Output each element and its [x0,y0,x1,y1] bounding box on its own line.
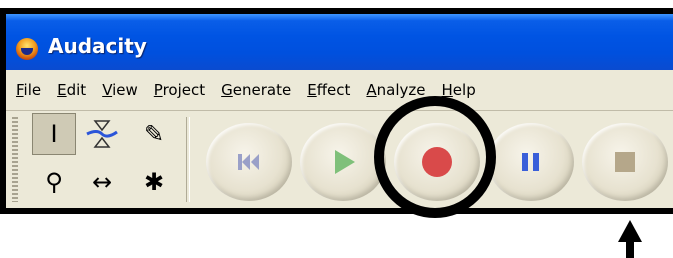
multi-tool[interactable]: ✱ [132,161,176,203]
tools-toolbar: I ✎ ⚲ ↔ ✱ [32,113,182,205]
menu-label-rest: nalyze [376,81,426,99]
menu-item[interactable]: Generate [221,81,291,99]
draw-tool[interactable]: ✎ [132,113,176,155]
left-right-arrow-icon: ↔ [91,168,113,196]
record-button[interactable] [394,123,480,201]
play-button[interactable] [300,123,386,201]
pointer-arrow-head-annotation [618,220,642,242]
pause-icon [522,153,539,171]
menu-accelerator-key: A [366,81,377,99]
menu-accelerator-key: G [221,81,233,99]
zoom-tool[interactable]: ⚲ [32,161,76,203]
menu-item[interactable]: Help [442,81,476,99]
menu-label-rest: ile [23,81,42,99]
asterisk-icon: ✱ [143,168,165,196]
menu-label-rest: ffect [316,81,351,99]
menu-label-rest: roject [162,81,206,99]
menu-item[interactable]: Project [154,81,205,99]
title-bar[interactable]: Audacity [6,14,673,70]
menu-item[interactable]: Effect [307,81,350,99]
window-title: Audacity [48,34,147,58]
toolbar-grip-handle[interactable] [12,117,18,202]
menu-item[interactable]: File [16,81,41,99]
menu-accelerator-key: F [16,81,24,99]
menu-accelerator-key: H [441,81,453,99]
envelope-tool[interactable] [80,113,124,155]
menu-label-rest: dit [66,81,87,99]
skip-to-start-button[interactable] [206,123,292,201]
menu-item[interactable]: Analyze [366,81,425,99]
menu-label-rest: iew [112,81,138,99]
envelope-icon [86,120,118,148]
skip-to-start-icon [238,154,259,170]
menu-item[interactable]: Edit [57,81,86,99]
stop-button[interactable] [582,123,668,201]
window-client-area: Audacity File Edit View Project Generate Effe… [6,14,673,208]
record-icon [422,147,452,177]
stop-icon [615,152,635,172]
menu-label-rest: elp [452,81,476,99]
selection-tool[interactable]: I [32,113,76,155]
pencil-icon: ✎ [143,120,165,148]
timeshift-tool[interactable]: ↔ [80,161,124,203]
pointer-arrow-shaft-annotation [626,240,634,258]
menu-label-rest: enerate [232,81,292,99]
pause-button[interactable] [488,123,574,201]
menu-bar: File Edit View Project Generate Effect Analyze… [6,70,673,111]
play-icon [335,150,355,174]
menu-accelerator-key: P [153,81,163,99]
menu-accelerator-key: E [307,81,317,99]
menu-item[interactable]: View [102,81,138,99]
audacity-window: Audacity File Edit View Project Generate Effe… [0,8,673,214]
toolbar-area: I ✎ ⚲ ↔ ✱ [6,111,673,208]
menu-accelerator-key: E [57,81,67,99]
menu-accelerator-key: V [102,81,113,99]
i-beam-icon: I [50,120,58,148]
audacity-app-icon [16,38,38,60]
magnifier-icon: ⚲ [45,168,63,196]
toolbar-separator [186,117,190,202]
